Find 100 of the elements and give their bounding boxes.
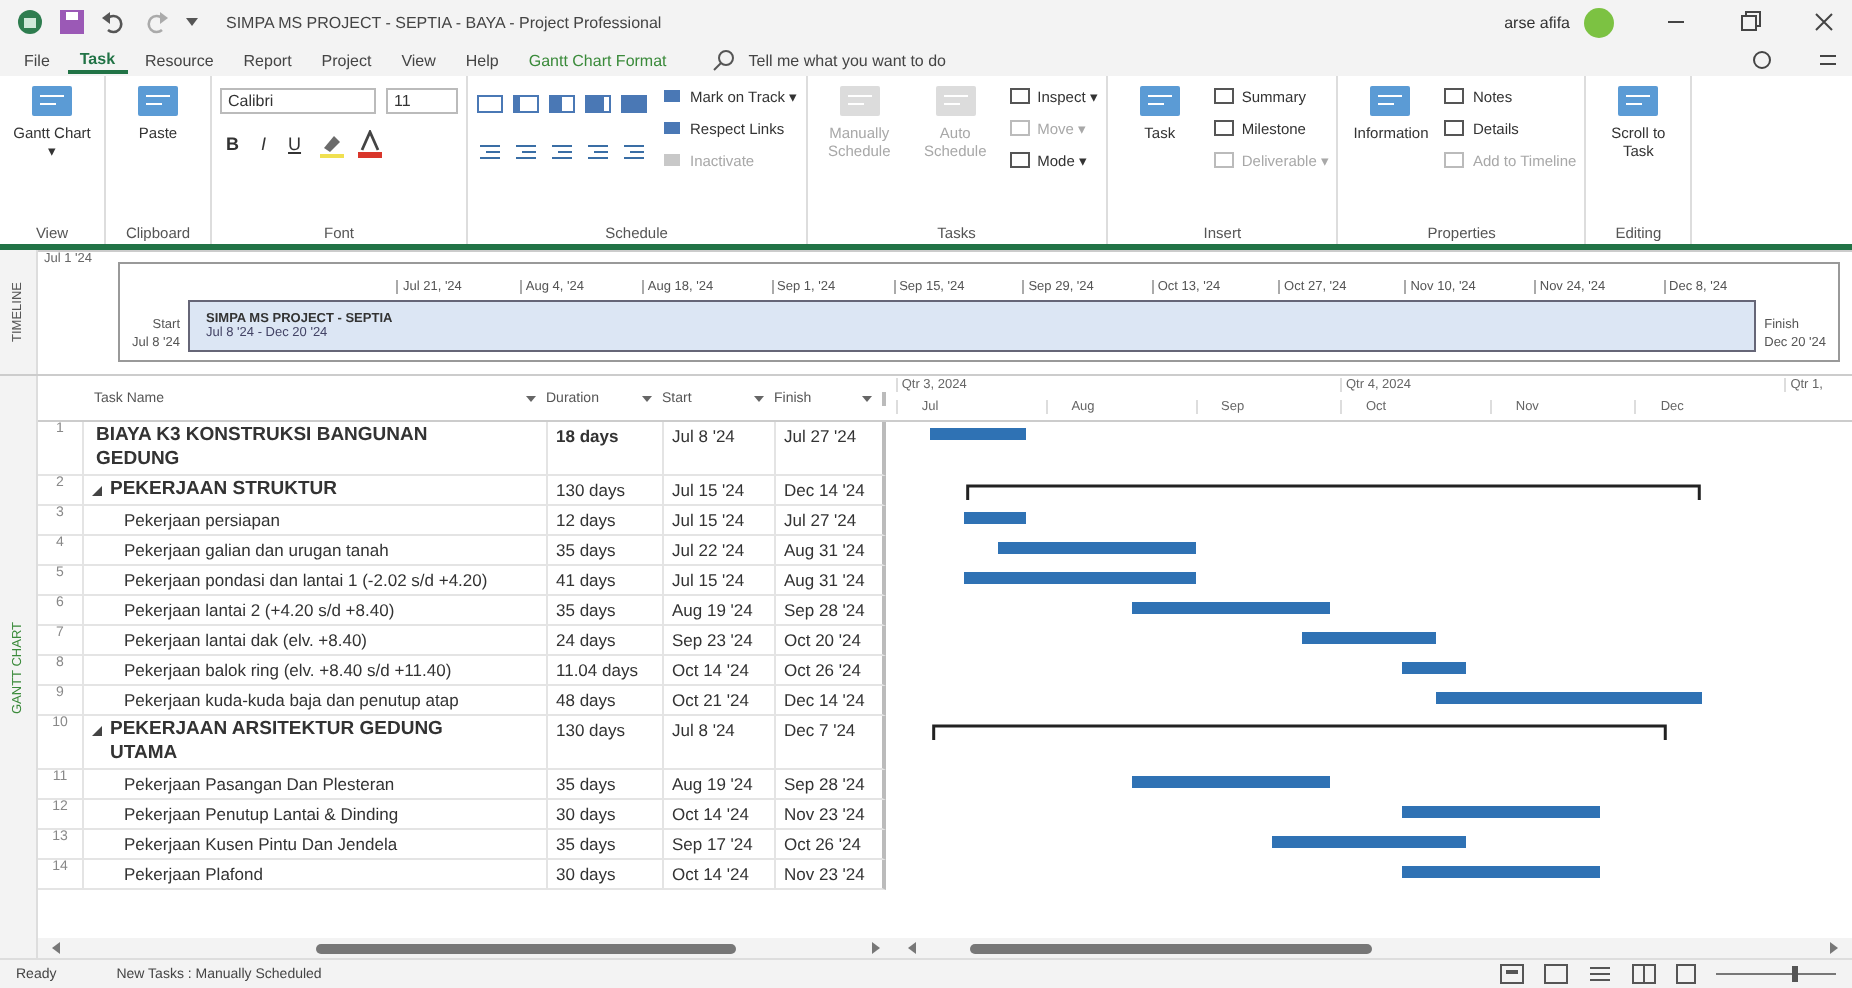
- window-title: SIMPA MS PROJECT - SEPTIA - BAYA - Project Professional: [226, 13, 662, 31]
- resource-sheet-icon[interactable]: [1632, 964, 1656, 984]
- task-bar[interactable]: [929, 428, 1027, 440]
- finish-cell: Jul 27 '24: [774, 422, 886, 476]
- start-cell: Jul 15 '24: [662, 566, 774, 596]
- font-color-icon[interactable]: [355, 130, 384, 158]
- duration-cell: 130 days: [546, 476, 662, 506]
- collapse-triangle-icon[interactable]: [90, 484, 104, 498]
- command-small-icon: [1211, 84, 1236, 108]
- ribbon-tab[interactable]: Project: [309, 46, 384, 74]
- task-name: Pekerjaan Plafond: [124, 862, 263, 886]
- ribbon-tab[interactable]: View: [389, 46, 448, 74]
- font-name-field[interactable]: Calibri: [220, 88, 376, 114]
- finish-cell: Dec 7 '24: [774, 716, 886, 770]
- task-usage-icon[interactable]: [1544, 964, 1568, 984]
- ribbon-tab[interactable]: Resource: [133, 46, 226, 74]
- ribbon-tab[interactable]: Help: [453, 46, 511, 74]
- scroll-right-icon[interactable]: [870, 942, 882, 954]
- task-mark-icon: [660, 84, 684, 108]
- finish-cell: Dec 14 '24: [774, 476, 886, 506]
- gantt-view-icon[interactable]: [1500, 964, 1524, 984]
- percent-complete-icon[interactable]: [512, 92, 540, 116]
- finish-cell: Nov 23 '24: [774, 860, 886, 890]
- font-style-button[interactable]: B: [220, 134, 245, 154]
- scrollbar-thumb[interactable]: [315, 943, 736, 953]
- start-cell: Jul 22 '24: [662, 536, 774, 566]
- scroll-left-icon[interactable]: [906, 942, 918, 954]
- scroll-left-icon[interactable]: [50, 942, 62, 954]
- command-small-icon: [1007, 148, 1032, 172]
- dropdown-icon[interactable]: [640, 391, 654, 405]
- task-name: BIAYA K3 KONSTRUKSI BANGUNAN GEDUNG: [96, 424, 430, 472]
- start-cell: Jul 15 '24: [662, 506, 774, 536]
- task-name: Pekerjaan pondasi dan lantai 1 (-2.02 s/d +4.20): [124, 568, 488, 592]
- dropdown-icon[interactable]: [860, 391, 874, 405]
- finish-cell: Aug 31 '24: [774, 536, 886, 566]
- task-name: PEKERJAAN ARSITEKTUR GEDUNG UTAMA: [110, 718, 445, 766]
- duration-cell: 12 days: [546, 506, 662, 536]
- indent-icon[interactable]: [620, 140, 648, 164]
- task-name: Pekerjaan balok ring (elv. +8.40 s/d +11.40): [124, 658, 452, 682]
- start-cell: Oct 21 '24: [662, 686, 774, 716]
- duration-cell: 30 days: [546, 860, 662, 890]
- highlight-icon[interactable]: [317, 130, 346, 158]
- font-style-button[interactable]: I: [255, 134, 273, 154]
- duration-cell: 11.04 days: [546, 656, 662, 686]
- finish-cell: Oct 26 '24: [774, 656, 886, 686]
- percent-complete-icon[interactable]: [548, 92, 576, 116]
- duration-cell: 24 days: [546, 626, 662, 656]
- percent-complete-icon[interactable]: [476, 92, 504, 116]
- duration-cell: 130 days: [546, 716, 662, 770]
- indent-icon[interactable]: [476, 140, 504, 164]
- duration-cell: 35 days: [546, 596, 662, 626]
- ribbon-tab[interactable]: Gantt Chart Format: [516, 46, 679, 74]
- start-cell: Aug 19 '24: [662, 770, 774, 800]
- task-name: Pekerjaan Kusen Pintu Dan Jendela: [124, 832, 398, 856]
- zoom-slider-icon[interactable]: [1716, 964, 1836, 984]
- task-name: Pekerjaan kuda-kuda baja dan penutup atap: [124, 688, 459, 712]
- collapse-triangle-icon[interactable]: [90, 724, 104, 738]
- start-cell: Sep 23 '24: [662, 626, 774, 656]
- task-name: Pekerjaan lantai dak (elv. +8.40): [124, 628, 368, 652]
- summary-bracket[interactable]: [929, 724, 1669, 740]
- task-name: Pekerjaan persiapan: [124, 508, 280, 532]
- task-bar[interactable]: [963, 512, 1027, 524]
- percent-complete-icon[interactable]: [584, 92, 612, 116]
- command-small-icon: [1007, 84, 1032, 108]
- indent-icon[interactable]: [584, 140, 612, 164]
- undo-icon[interactable]: [100, 8, 128, 36]
- duration-cell: 30 days: [546, 800, 662, 830]
- caret-icon[interactable]: [184, 14, 200, 30]
- font-style-button[interactable]: U: [282, 134, 308, 154]
- scrollbar-thumb[interactable]: [970, 943, 1373, 953]
- indent-icon[interactable]: [512, 140, 540, 164]
- task-name: Pekerjaan Pasangan Dan Plesteran: [124, 772, 395, 796]
- close-icon[interactable]: [1812, 10, 1836, 34]
- start-cell: Oct 14 '24: [662, 656, 774, 686]
- duration-cell: 35 days: [546, 770, 662, 800]
- indent-icon[interactable]: [548, 140, 576, 164]
- share-icon[interactable]: [1750, 48, 1774, 72]
- duration-cell: 41 days: [546, 566, 662, 596]
- dropdown-icon[interactable]: [752, 391, 766, 405]
- dropdown-icon[interactable]: [524, 391, 538, 405]
- task-mark-icon: [660, 116, 684, 140]
- scroll-right-icon[interactable]: [1828, 942, 1840, 954]
- app-logo-icon: [16, 8, 44, 36]
- save-icon[interactable]: [58, 8, 86, 36]
- percent-complete-icon[interactable]: [620, 92, 648, 116]
- start-cell: Jul 8 '24: [662, 422, 774, 476]
- finish-cell: Aug 31 '24: [774, 566, 886, 596]
- command-small-icon: [1007, 116, 1032, 140]
- command-small-icon: [1442, 116, 1467, 140]
- ribbon-tab[interactable]: Report: [231, 46, 304, 74]
- finish-cell: Sep 28 '24: [774, 770, 886, 800]
- restore-icon[interactable]: [1738, 10, 1762, 34]
- ribbon-tab[interactable]: File: [12, 46, 62, 74]
- summary-bracket[interactable]: [963, 484, 1703, 500]
- team-planner-icon[interactable]: [1588, 964, 1612, 984]
- report-icon[interactable]: [1676, 964, 1696, 984]
- finish-cell: Jul 27 '24: [774, 506, 886, 536]
- tell-me-field[interactable]: Tell me what you want to do: [742, 51, 1035, 69]
- user-name[interactable]: arse afifa: [1504, 13, 1570, 31]
- font-size-field[interactable]: 11: [386, 88, 458, 114]
